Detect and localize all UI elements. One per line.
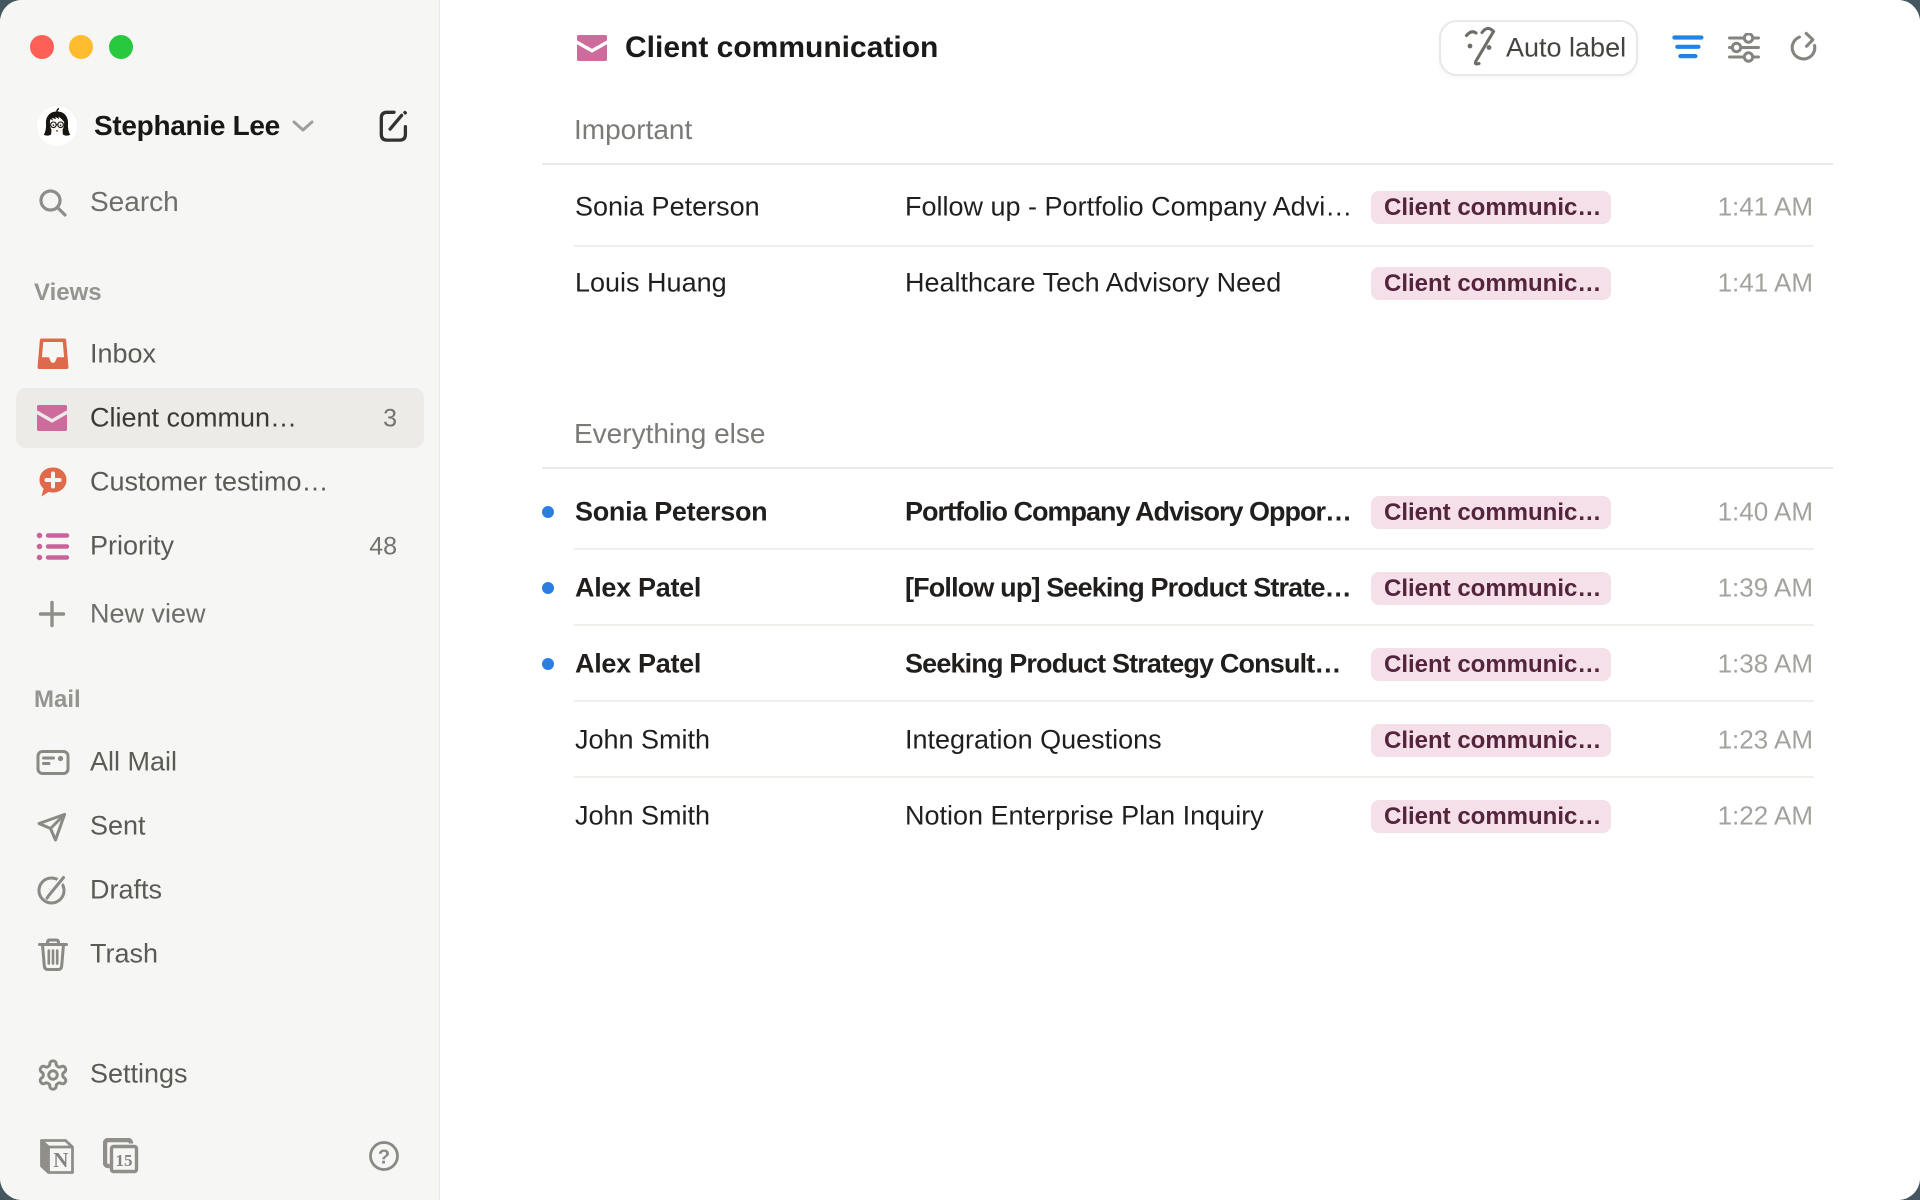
svg-text:?: ? bbox=[378, 1147, 390, 1169]
svg-text:15: 15 bbox=[116, 1151, 133, 1170]
svg-text:N: N bbox=[53, 1148, 68, 1172]
